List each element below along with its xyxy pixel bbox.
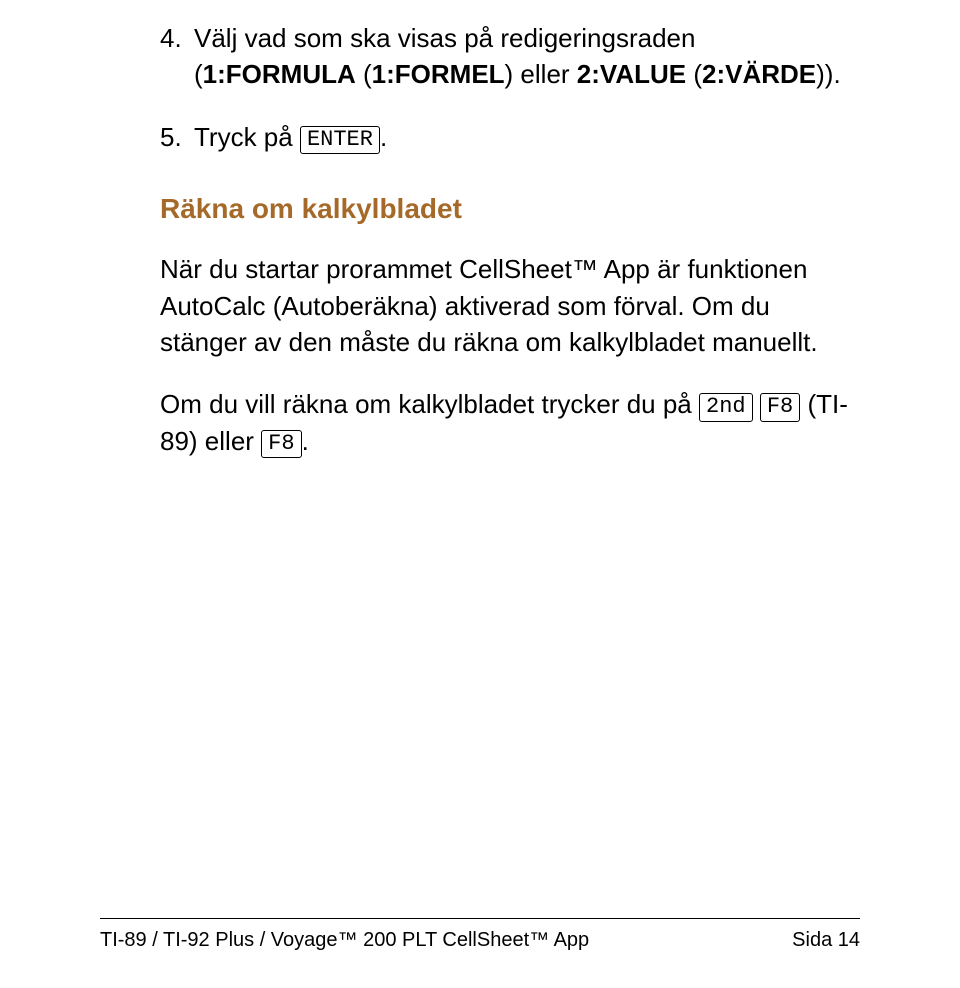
text: Om du vill räkna om kalkylbladet trycker… (160, 389, 699, 419)
footer-right: Sida 14 (792, 929, 860, 952)
paragraph: Om du vill räkna om kalkylbladet trycker… (160, 386, 850, 459)
paragraph: När du startar prorammet CellSheet™ App … (160, 251, 850, 360)
list-number: 4. (160, 20, 194, 93)
text: ) eller (505, 59, 577, 89)
text: . (302, 426, 309, 456)
text (753, 389, 760, 419)
key-f8-icon: F8 (261, 430, 301, 458)
list-body: Välj vad som ska visas på redigeringsrad… (194, 20, 850, 93)
text: Tryck på (194, 122, 300, 152)
text: ( (686, 59, 702, 89)
section-heading: Räkna om kalkylbladet (160, 193, 850, 225)
page: 4. Välj vad som ska visas på redigerings… (0, 0, 960, 988)
text: )). (816, 59, 841, 89)
key-2nd-icon: 2nd (699, 393, 753, 421)
footer-rule (100, 918, 860, 919)
list-number: 5. (160, 119, 194, 155)
list-body: Tryck på ENTER. (194, 119, 850, 155)
text: . (380, 122, 387, 152)
footer-left: TI-89 / TI-92 Plus / Voyage™ 200 PLT Cel… (100, 929, 589, 952)
list-item-4: 4. Välj vad som ska visas på redigerings… (160, 20, 850, 93)
key-enter-icon: ENTER (300, 126, 380, 154)
text-bold: 1:FORMULA (203, 59, 356, 89)
list-item-5: 5. Tryck på ENTER. (160, 119, 850, 155)
text-bold: 1:FORMEL (372, 59, 505, 89)
page-footer: TI-89 / TI-92 Plus / Voyage™ 200 PLT Cel… (100, 918, 860, 952)
text-bold: 2:VÄRDE (702, 59, 816, 89)
key-f8-icon: F8 (760, 393, 800, 421)
footer-row: TI-89 / TI-92 Plus / Voyage™ 200 PLT Cel… (100, 929, 860, 952)
text: ( (356, 59, 372, 89)
content-area: 4. Välj vad som ska visas på redigerings… (100, 20, 860, 459)
text-bold: 2:VALUE (577, 59, 686, 89)
